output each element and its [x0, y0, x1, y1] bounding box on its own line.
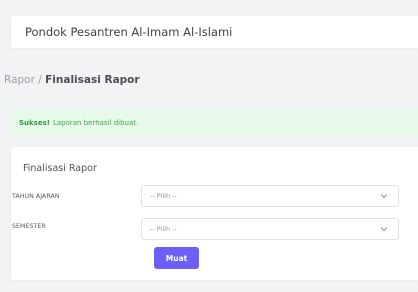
tahun-ajaran-label: TAHUN AJARAN	[12, 193, 60, 200]
muat-button[interactable]: Muat	[154, 247, 199, 269]
semester-label: SEMESTER	[12, 223, 46, 230]
top-navbar: Pondok Pesantren Al-Imam Al-Islami	[11, 16, 418, 48]
breadcrumb-separator: /	[34, 74, 46, 86]
semester-value: -- Pilih --	[150, 225, 177, 233]
chevron-down-icon	[380, 227, 388, 232]
chevron-down-icon	[380, 194, 388, 199]
breadcrumb-current: Finalisasi Rapor	[45, 74, 140, 86]
finalisasi-card: Finalisasi Rapor	[11, 147, 418, 280]
success-alert: Sukses! Laporan berhasil dibuat.	[11, 109, 418, 137]
breadcrumb: Rapor / Finalisasi Rapor	[4, 74, 140, 86]
semester-select[interactable]: -- Pilih --	[141, 218, 399, 240]
alert-message: Laporan berhasil dibuat.	[52, 119, 139, 127]
breadcrumb-parent[interactable]: Rapor	[4, 74, 35, 86]
tahun-ajaran-value: -- Pilih --	[150, 192, 177, 200]
alert-strong: Sukses!	[19, 119, 50, 127]
card-title: Finalisasi Rapor	[23, 163, 97, 174]
app-title: Pondok Pesantren Al-Imam Al-Islami	[25, 25, 233, 39]
tahun-ajaran-select[interactable]: -- Pilih --	[141, 185, 399, 207]
